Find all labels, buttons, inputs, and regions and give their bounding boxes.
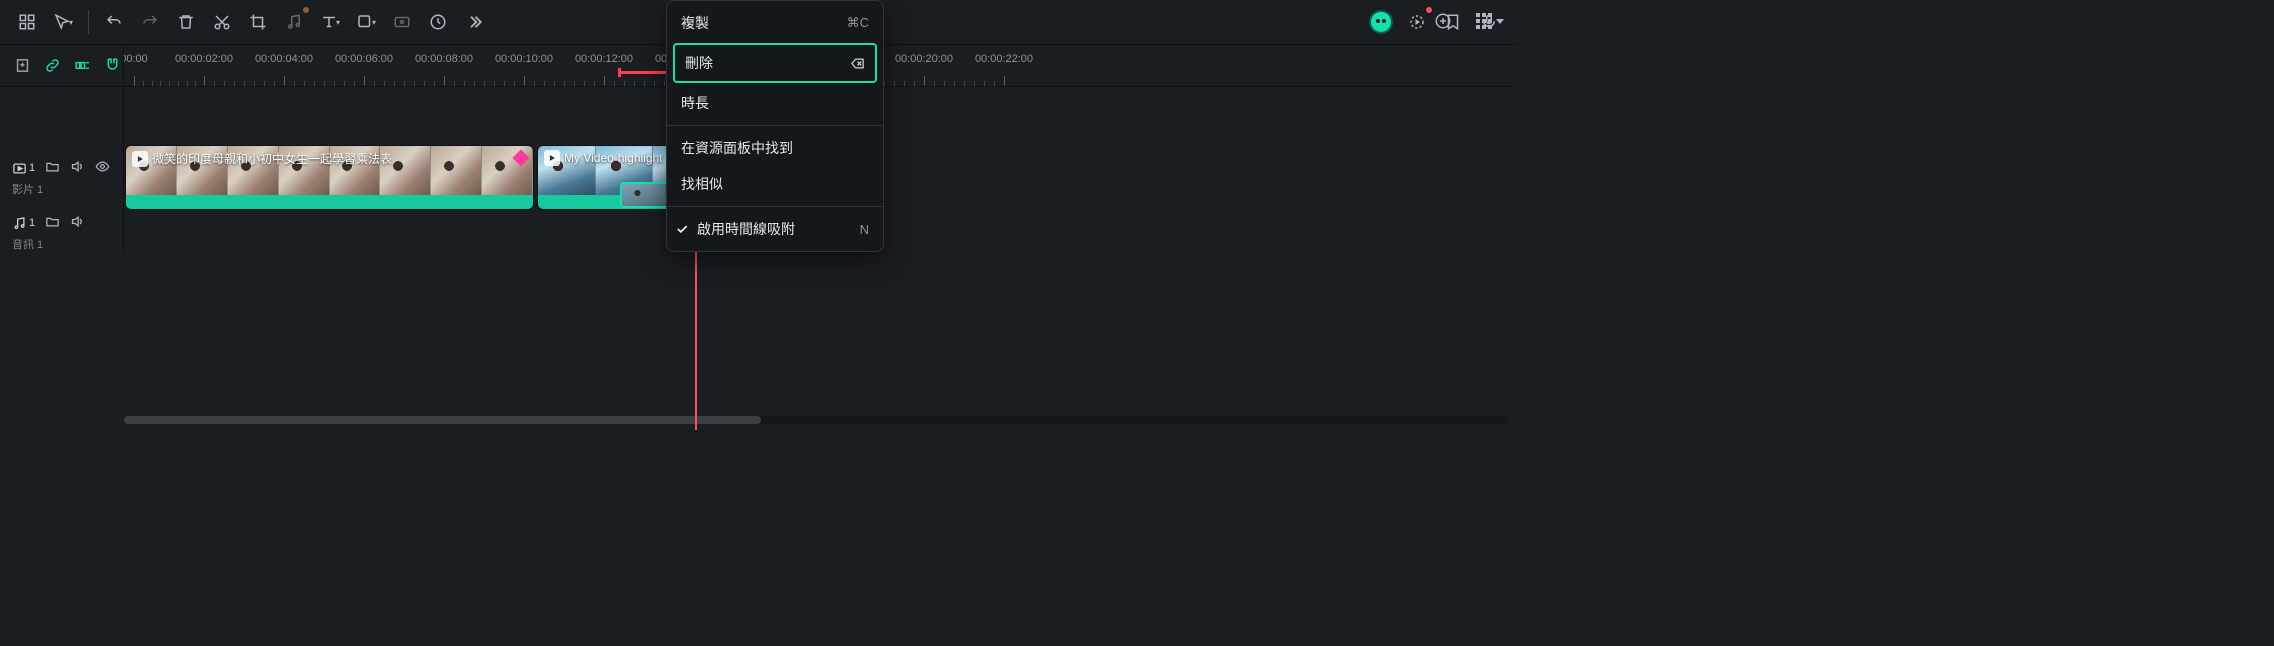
text-icon[interactable]: ▾ <box>313 5 347 39</box>
layout-grid-button[interactable] <box>1472 6 1508 36</box>
color-icon[interactable] <box>385 5 419 39</box>
timecode-label: 00:00:20:00 <box>895 53 953 65</box>
scrollbar-thumb[interactable] <box>124 416 761 424</box>
crop-icon[interactable] <box>241 5 275 39</box>
timecode-label: 00:00:22:00 <box>975 53 1033 65</box>
video-track-head: 1 影片 1 <box>0 143 124 213</box>
add-button[interactable] <box>1428 6 1458 36</box>
audio-track-indicator[interactable]: 1 <box>12 216 35 231</box>
timecode-label: 00:00:08:00 <box>415 53 473 65</box>
magnet-icon[interactable] <box>102 56 122 76</box>
apps-icon[interactable] <box>10 5 44 39</box>
timecode-label: 00:00:04:00 <box>255 53 313 65</box>
timecode-label: 00:00:06:00 <box>335 53 393 65</box>
more-icon[interactable] <box>457 5 491 39</box>
folder-icon[interactable] <box>45 214 60 232</box>
toolbar-divider <box>88 10 89 34</box>
cut-icon[interactable] <box>205 5 239 39</box>
delete-icon[interactable] <box>169 5 203 39</box>
horizontal-scrollbar[interactable] <box>124 414 1508 426</box>
timecode-label: 00:00 <box>124 53 148 65</box>
link-icon[interactable] <box>42 56 62 76</box>
auto-ripple-icon[interactable] <box>72 56 92 76</box>
spacer-head <box>0 87 124 143</box>
audio-track-number: 1 <box>29 217 35 229</box>
audio-beat-icon[interactable] <box>277 5 311 39</box>
history-icon[interactable] <box>421 5 455 39</box>
folder-icon[interactable] <box>45 159 60 177</box>
speaker-icon[interactable] <box>70 214 85 232</box>
chevron-down-icon <box>1496 19 1504 24</box>
context-menu-item[interactable]: 在資源面板中找到 <box>667 130 883 166</box>
add-marker-icon[interactable] <box>12 56 32 76</box>
cursor-icon[interactable]: ▾ <box>46 5 80 39</box>
audio-track-label: 音訊 1 <box>12 236 123 252</box>
video-track-indicator[interactable]: 1 <box>12 161 35 176</box>
context-menu: 複製⌘C刪除時長在資源面板中找到找相似啟用時間線吸附N <box>666 0 884 252</box>
ruler-head <box>0 45 124 86</box>
timecode-label: 00:00:02:00 <box>175 53 233 65</box>
video-track-number: 1 <box>29 162 35 174</box>
undo-icon[interactable] <box>97 5 131 39</box>
context-menu-item[interactable]: 刪除 <box>673 43 877 83</box>
video-track-label: 影片 1 <box>12 181 123 197</box>
timecode-label: 00:00:10:00 <box>495 53 553 65</box>
speaker-icon[interactable] <box>70 159 85 177</box>
context-menu-item[interactable]: 啟用時間線吸附N <box>667 211 883 247</box>
menu-separator <box>667 125 883 126</box>
clip-title: 微笑的印度母親和小初中女生一起學習乘法表 <box>132 150 392 167</box>
clip-title: My Video-highlight <box>544 150 663 166</box>
mask-icon[interactable]: ▾ <box>349 5 383 39</box>
far-right-toolbar <box>1428 6 1508 36</box>
timecode-label: 00:00:12:00 <box>575 53 633 65</box>
context-menu-item[interactable]: 時長 <box>667 85 883 121</box>
redo-icon[interactable] <box>133 5 167 39</box>
context-menu-item[interactable]: 複製⌘C <box>667 5 883 41</box>
menu-separator <box>667 206 883 207</box>
eye-icon[interactable] <box>95 159 110 177</box>
timeline-clip[interactable]: 微笑的印度母親和小初中女生一起學習乘法表 <box>125 145 534 210</box>
context-menu-item[interactable]: 找相似 <box>667 166 883 202</box>
grid-icon <box>1476 13 1492 29</box>
ai-avatar-icon[interactable] <box>1364 5 1398 39</box>
audio-track-head: 1 音訊 1 <box>0 213 124 253</box>
